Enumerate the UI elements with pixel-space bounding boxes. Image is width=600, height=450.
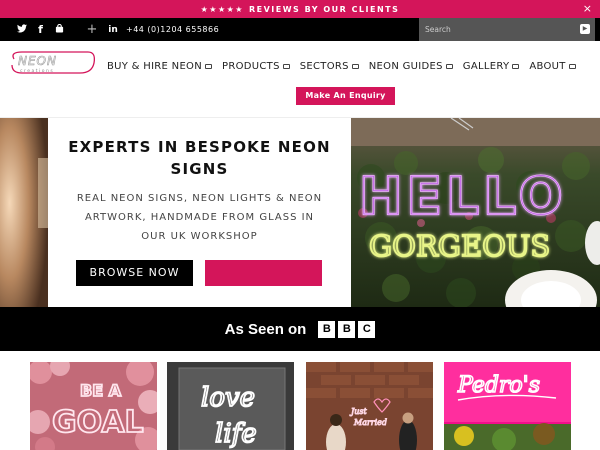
rating-stars: ★★★★★ (200, 4, 244, 14)
tile-pedros[interactable]: Pedro's (444, 362, 571, 450)
chevron-down-icon (351, 64, 359, 69)
bbc-logo: B B C (318, 320, 376, 338)
chevron-down-icon (282, 64, 290, 69)
tile-line2: life (215, 419, 257, 449)
tile-be-a-goal[interactable]: BE A GOAL (30, 362, 157, 450)
twitter-icon[interactable] (12, 23, 31, 36)
search-placeholder: Search (425, 25, 451, 34)
browse-now-button[interactable]: BROWSE NOW (76, 260, 193, 286)
top-bar: f + in +44 (0)1204 655866 Search ▶ (0, 18, 600, 41)
nav-neon-guides[interactable]: NEON GUIDES (369, 61, 453, 72)
nav-buy-hire-neon[interactable]: BUY & HIRE NEON (107, 61, 213, 72)
plus-icon[interactable]: + (83, 22, 101, 37)
product-gallery: BE A GOAL love life Just Married Pedro's (0, 351, 600, 450)
bbc-letter: B (318, 320, 336, 338)
tile-line1: Pedro's (457, 373, 540, 398)
bbc-letter: B (338, 320, 356, 338)
svg-text:creations: creations (20, 68, 54, 74)
hero-left-image (0, 118, 48, 307)
hero-banner: EXPERTS IN BESPOKE NEON SIGNS REAL NEON … (0, 118, 600, 307)
make-enquiry-button[interactable]: Make An Enquiry (296, 87, 395, 105)
hero-secondary-button[interactable] (205, 260, 322, 286)
main-nav: BUY & HIRE NEON PRODUCTS SECTORS NEON GU… (107, 61, 586, 72)
chevron-down-icon (205, 64, 213, 69)
announcement-bar[interactable]: ★★★★★ REVIEWS BY OUR CLIENTS × (0, 0, 600, 18)
instagram-icon[interactable] (50, 23, 69, 36)
tile-line1: love (201, 383, 255, 413)
announcement-text: REVIEWS BY OUR CLIENTS (248, 4, 400, 14)
tile-line1: Just (349, 407, 367, 416)
close-icon[interactable]: × (583, 2, 592, 15)
phone-number[interactable]: +44 (0)1204 655866 (126, 25, 219, 34)
bbc-letter: C (358, 320, 376, 338)
hero-neon-sign-image: HELLO HELLO GORGEOUS (351, 118, 600, 307)
tile-love-life[interactable]: love life (167, 362, 294, 450)
search-submit-icon[interactable]: ▶ (580, 24, 590, 34)
svg-text:NEON: NEON (18, 54, 57, 68)
nav-about[interactable]: ABOUT (529, 61, 576, 72)
tile-just-married[interactable]: Just Married (306, 362, 433, 450)
linkedin-icon[interactable]: in (104, 25, 122, 35)
tile-line2: Married (353, 418, 387, 427)
nav-gallery[interactable]: GALLERY (463, 61, 520, 72)
site-header: NEON creations BUY & HIRE NEON PRODUCTS … (0, 41, 600, 118)
chevron-down-icon (568, 64, 576, 69)
tile-line2: GOAL (52, 405, 144, 440)
nav-products[interactable]: PRODUCTS (222, 61, 290, 72)
tile-line1: BE A (80, 381, 122, 400)
facebook-icon[interactable]: f (31, 23, 50, 36)
social-links: f (12, 23, 69, 36)
hero-subtitle: REAL NEON SIGNS, NEON LIGHTS & NEON ARTW… (76, 193, 323, 242)
chevron-down-icon (512, 64, 520, 69)
hello-neon-shadow: HELLO (359, 167, 567, 227)
as-seen-on-banner: As Seen on B B C (0, 307, 600, 351)
hero-title: EXPERTS IN BESPOKE NEON SIGNS (68, 138, 331, 178)
neon-creations-logo[interactable]: NEON creations (8, 49, 98, 77)
chevron-down-icon (445, 64, 453, 69)
as-seen-on-text: As Seen on (224, 320, 307, 338)
search-input[interactable]: Search ▶ (419, 18, 595, 41)
hero-card: EXPERTS IN BESPOKE NEON SIGNS REAL NEON … (48, 118, 351, 307)
nav-sectors[interactable]: SECTORS (300, 61, 359, 72)
gorgeous-neon-text: GORGEOUS (369, 229, 550, 263)
